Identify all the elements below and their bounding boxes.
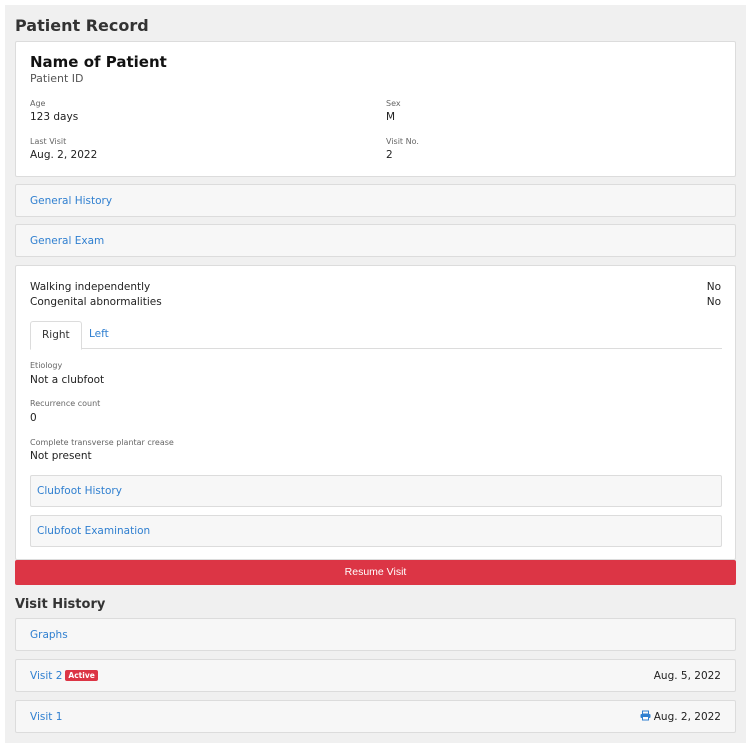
- active-badge: Active: [65, 670, 98, 681]
- etiology-label: Etiology: [30, 361, 63, 370]
- clubfoot-history-link[interactable]: Clubfoot History: [37, 485, 122, 497]
- visit-item-1[interactable]: Visit 1 Aug. 2, 2022: [15, 700, 736, 733]
- visit-2-link[interactable]: Visit 2 Active: [30, 670, 98, 682]
- patient-id: Patient ID: [30, 72, 84, 85]
- clubfoot-history-section[interactable]: Clubfoot History: [30, 475, 722, 507]
- resume-visit-button[interactable]: Resume Visit: [15, 560, 736, 585]
- visit-2-date: Aug. 5, 2022: [653, 669, 721, 682]
- walking-value: No: [706, 281, 721, 293]
- patient-summary-card: Name of Patient Patient ID Age 123 days …: [15, 41, 736, 177]
- crease-value: Not present: [30, 450, 92, 462]
- walking-label: Walking independently: [30, 281, 151, 293]
- age-value: 123 days: [30, 111, 79, 123]
- clubfoot-exam-link[interactable]: Clubfoot Examination: [37, 525, 150, 537]
- graphs-link[interactable]: Graphs: [30, 629, 68, 641]
- congenital-label: Congenital abnormalities: [30, 296, 162, 308]
- visit-no-label: Visit No.: [386, 137, 419, 146]
- visit-1-date: Aug. 2, 2022: [653, 710, 721, 723]
- crease-label: Complete transverse plantar crease: [30, 438, 174, 447]
- etiology-value: Not a clubfoot: [30, 374, 105, 386]
- last-visit-label: Last Visit: [30, 137, 67, 146]
- exam-details-card: Walking independently No Congenital abno…: [15, 265, 736, 560]
- visit-item-2[interactable]: Visit 2 Active Aug. 5, 2022: [15, 659, 736, 692]
- sex-value: M: [386, 111, 396, 123]
- print-icon[interactable]: [640, 710, 651, 723]
- graphs-section[interactable]: Graphs: [15, 618, 736, 651]
- tab-right[interactable]: Right: [30, 321, 82, 350]
- general-history-link[interactable]: General History: [30, 195, 112, 207]
- sex-label: Sex: [386, 99, 401, 108]
- clubfoot-exam-section[interactable]: Clubfoot Examination: [30, 515, 722, 547]
- general-exam-link[interactable]: General Exam: [30, 235, 104, 247]
- side-tabs: Right Left: [30, 321, 722, 350]
- visit-1-link[interactable]: Visit 1: [30, 711, 62, 723]
- congenital-value: No: [706, 296, 721, 308]
- general-history-section[interactable]: General History: [15, 184, 736, 217]
- visit-1-date-wrap: Aug. 2, 2022: [640, 710, 721, 723]
- tab-left[interactable]: Left: [78, 321, 120, 349]
- page-title: Patient Record: [15, 16, 149, 35]
- recurrence-label: Recurrence count: [30, 399, 101, 408]
- page-container: Patient Record Name of Patient Patient I…: [5, 5, 746, 743]
- recurrence-value: 0: [30, 412, 37, 424]
- last-visit-value: Aug. 2, 2022: [30, 149, 98, 161]
- visit-history-title: Visit History: [15, 597, 106, 612]
- visit-no-value: 2: [386, 149, 393, 161]
- general-exam-section[interactable]: General Exam: [15, 224, 736, 257]
- patient-name: Name of Patient: [30, 53, 167, 71]
- visit-2-label: Visit 2: [30, 669, 63, 682]
- age-label: Age: [30, 99, 46, 108]
